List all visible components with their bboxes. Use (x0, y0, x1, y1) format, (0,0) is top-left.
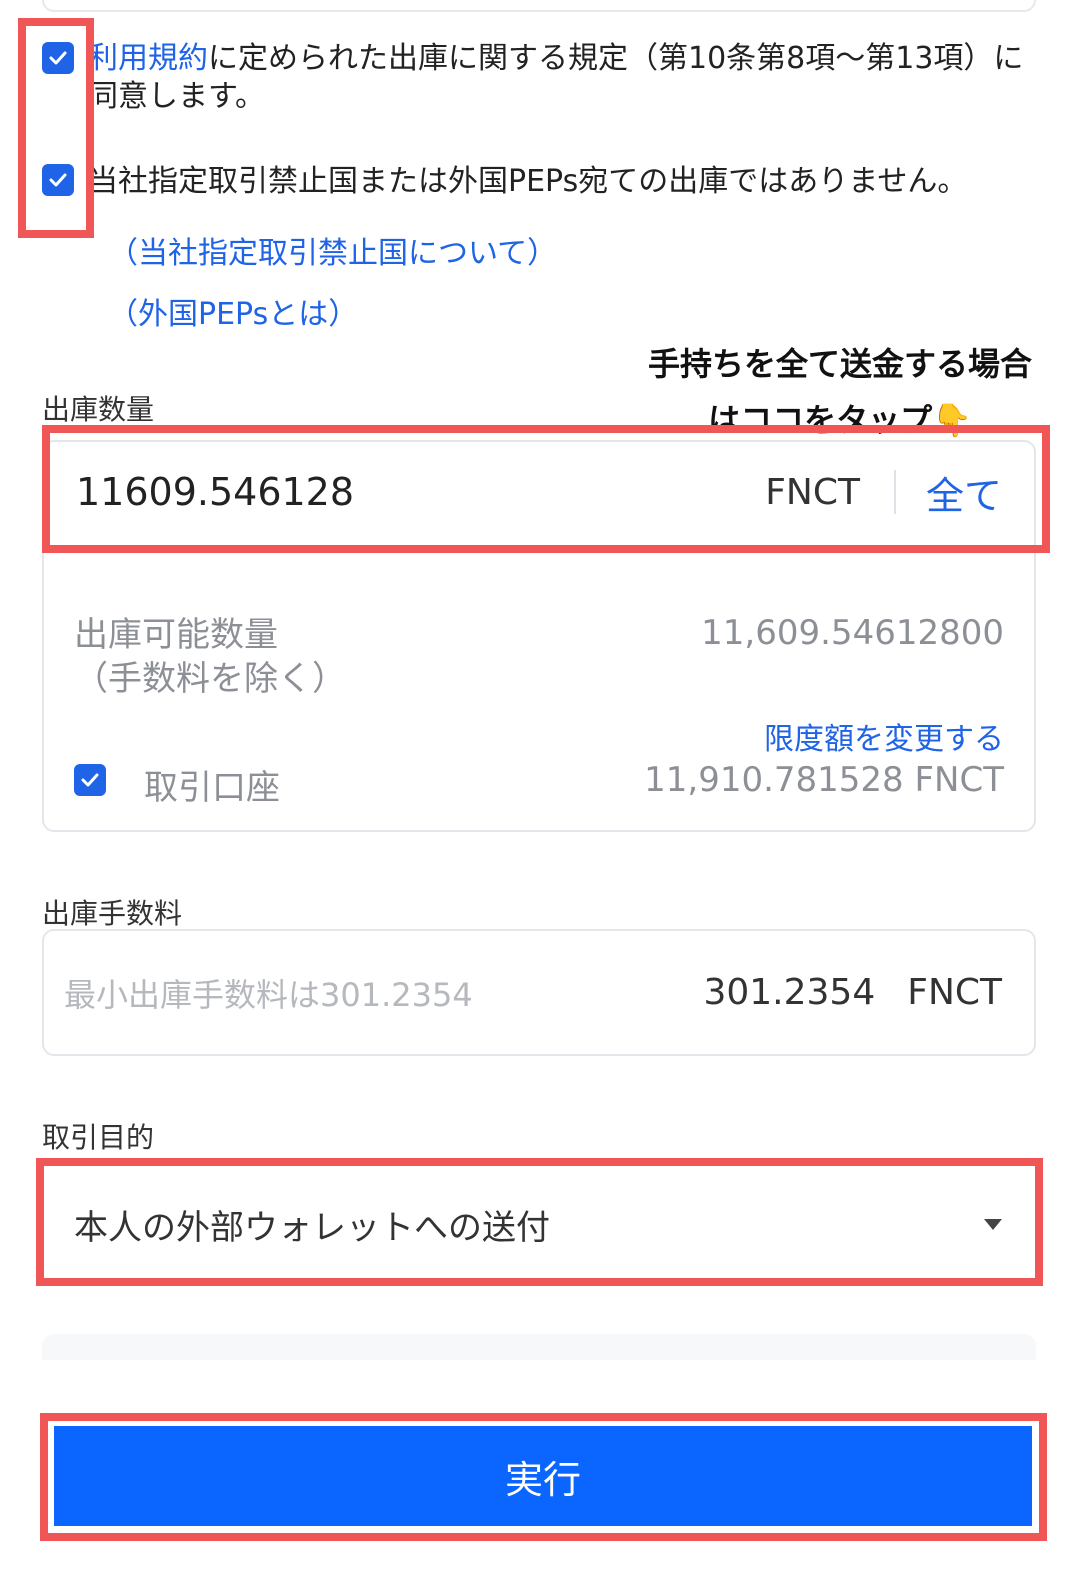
available-label: 出庫可能数量 （手数料を除く） (74, 615, 346, 699)
chevron-down-icon (984, 1218, 1002, 1230)
check-icon (49, 173, 67, 187)
trading-account-label: 取引口座 (144, 768, 280, 808)
amount-label: 出庫数量 (42, 393, 155, 426)
terms-link[interactable]: 利用規約 (88, 41, 208, 76)
trading-account-value: 11,910.781528 FNCT (644, 760, 1004, 800)
purpose-select[interactable]: 本人の外部ウォレットへの送付 (50, 1170, 1026, 1278)
check-icon (81, 773, 99, 787)
purpose-selected-value: 本人の外部ウォレットへの送付 (74, 1207, 550, 1248)
trading-account-checkbox[interactable] (74, 764, 106, 796)
fee-panel[interactable]: 最小出庫手数料は301.2354 301.2354 FNCT (42, 929, 1036, 1056)
available-value: 11,609.54612800 (701, 613, 1004, 653)
pep-checkbox[interactable] (42, 164, 74, 196)
fee-label: 出庫手数料 (42, 897, 183, 930)
prohibited-countries-link[interactable]: （当社指定取引禁止国について） (108, 228, 557, 272)
amount-row: FNCT 全て (56, 440, 1036, 544)
pep-agreement-text: 当社指定取引禁止国または外国PEPs宛ての出庫ではありません。 (88, 164, 968, 199)
terms-agreement-text: 利用規約に定められた出庫に関する規定（第10条第8項〜第13項）に 同意します。 (88, 41, 1024, 114)
purpose-label: 取引目的 (42, 1121, 155, 1154)
all-button-callout: 手持ちを全て送金する場合 はココをタップ👇 (647, 345, 1032, 439)
previous-panel-edge (42, 0, 1036, 12)
next-panel-edge (42, 1334, 1036, 1360)
fee-value: 301.2354 (703, 972, 876, 1013)
execute-button[interactable]: 実行 (54, 1426, 1032, 1526)
amount-divider (893, 470, 896, 514)
amount-input[interactable] (76, 470, 636, 514)
terms-checkbox[interactable] (42, 42, 74, 74)
fee-unit: FNCT (907, 972, 1002, 1013)
pointing-down-emoji: 👇 (932, 401, 972, 439)
amount-unit: FNCT (765, 471, 860, 513)
check-icon (49, 51, 67, 65)
foreign-peps-link[interactable]: （外国PEPsとは） (108, 289, 358, 333)
change-limit-link[interactable]: 限度額を変更する (764, 714, 1004, 758)
fee-placeholder: 最小出庫手数料は301.2354 (64, 975, 473, 1014)
all-amount-button[interactable]: 全て (926, 465, 1002, 520)
